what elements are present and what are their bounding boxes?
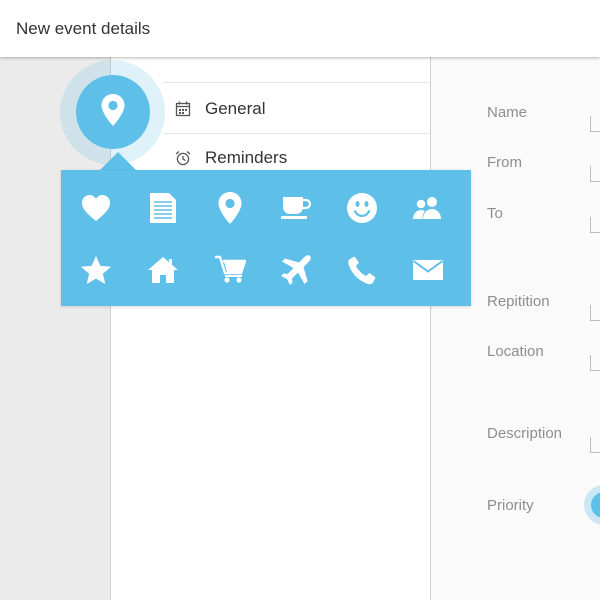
smiley-icon[interactable] (340, 186, 384, 230)
to-field[interactable] (590, 217, 600, 233)
picker-pointer (100, 152, 136, 170)
app-bar: New event details (0, 0, 600, 57)
priority-label: Priority (487, 497, 534, 514)
icon-picker-panel (61, 170, 471, 306)
menu-item-reminders[interactable]: Reminders (175, 146, 287, 170)
from-label: From (487, 154, 522, 171)
icon-picker-button[interactable] (76, 75, 150, 149)
menu-item-general[interactable]: General (175, 97, 265, 121)
to-label: To (487, 205, 503, 222)
name-field[interactable] (590, 116, 600, 132)
description-field[interactable] (590, 437, 600, 453)
location-label: Location (487, 343, 544, 360)
map-pin-icon[interactable] (208, 186, 252, 230)
home-icon[interactable] (141, 248, 185, 292)
location-field[interactable] (590, 355, 600, 371)
menu-panel (111, 57, 431, 600)
shopping-cart-icon[interactable] (208, 248, 252, 292)
coffee-cup-icon[interactable] (274, 186, 318, 230)
description-label: Description (487, 425, 563, 442)
heart-icon[interactable] (74, 186, 118, 230)
airplane-icon[interactable] (274, 248, 318, 292)
menu-item-label: Reminders (205, 148, 288, 167)
from-field[interactable] (590, 166, 600, 182)
menu-divider (164, 133, 430, 134)
phone-icon[interactable] (340, 248, 384, 292)
map-pin-icon (100, 93, 126, 132)
document-icon[interactable] (141, 186, 185, 230)
page-title: New event details (16, 19, 151, 38)
repetition-field[interactable] (590, 305, 600, 321)
name-label: Name (487, 104, 528, 121)
menu-item-label: General (205, 99, 266, 118)
repetition-label: Repitition (487, 293, 550, 310)
alarm-clock-icon (175, 150, 191, 166)
people-icon[interactable] (406, 186, 450, 230)
envelope-icon[interactable] (406, 248, 450, 292)
calendar-icon (175, 101, 191, 117)
event-form (431, 57, 600, 600)
star-icon[interactable] (74, 248, 118, 292)
menu-divider (164, 82, 430, 83)
